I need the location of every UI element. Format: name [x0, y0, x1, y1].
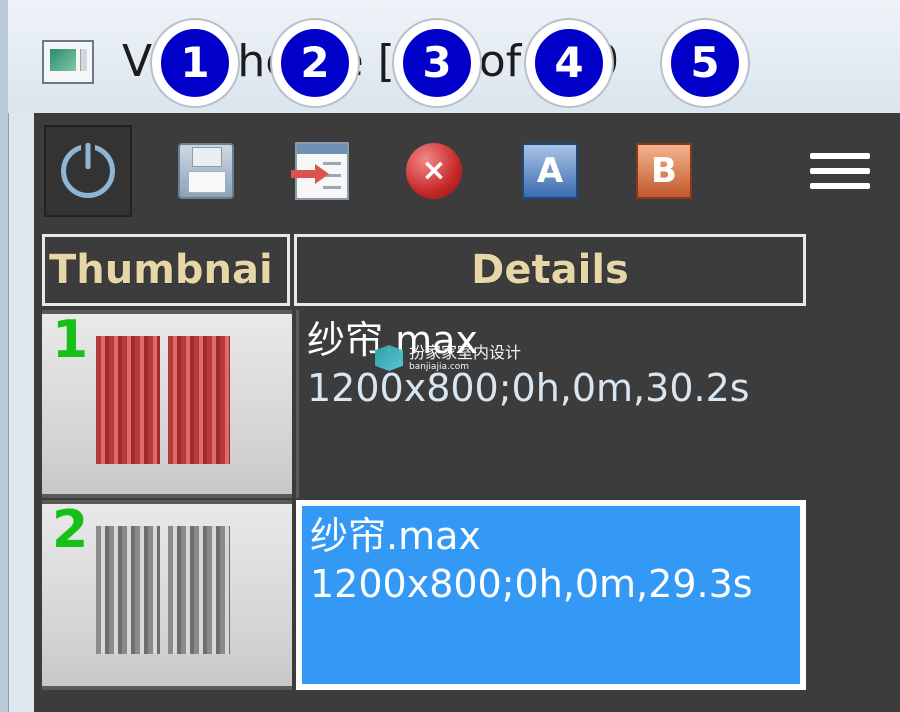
compare-a-icon: A [522, 143, 578, 199]
history-panel: × A B Thumbnai Details 1 纱帘.max 1200x800… [34, 113, 900, 712]
delete-button[interactable]: × [390, 125, 478, 217]
save-icon [178, 143, 234, 199]
watermark-url: banjiajia.com [409, 362, 470, 372]
delete-icon: × [406, 143, 462, 199]
callout-badge-5: 5 [662, 20, 748, 106]
table-row[interactable]: 1 纱帘.max 1200x800;0h,0m,30.2s [42, 310, 806, 498]
callout-badge-4: 4 [526, 20, 612, 106]
details-cell: 纱帘.max 1200x800;0h,0m,30.2s [296, 310, 806, 498]
thumbnail-cell: 2 [42, 500, 292, 690]
details-cell-selected: 纱帘.max 1200x800;0h,0m,29.3s [296, 500, 806, 690]
curtain-thumbnail [96, 336, 160, 464]
compare-b-icon: B [636, 143, 692, 199]
load-icon [291, 142, 349, 200]
compare-b-button[interactable]: B [620, 125, 708, 217]
hamburger-menu-icon[interactable] [810, 153, 870, 197]
curtain-thumbnail [168, 336, 230, 464]
callout-badge-1: 1 [152, 20, 238, 106]
render-info: 1200x800;0h,0m,29.3s [310, 562, 753, 606]
table-row[interactable]: 2 纱帘.max 1200x800;0h,0m,29.3s [42, 500, 806, 690]
compare-a-button[interactable]: A [506, 125, 594, 217]
column-header-details[interactable]: Details [294, 234, 806, 306]
power-button[interactable] [44, 125, 132, 217]
watermark: 扮家家室内设计 banjiajia.com [375, 344, 521, 372]
save-button[interactable] [162, 125, 250, 217]
column-header-thumbnail[interactable]: Thumbnai [42, 234, 290, 306]
row-number: 1 [52, 310, 89, 370]
curtain-thumbnail [96, 526, 160, 654]
watermark-text: 扮家家室内设计 [409, 343, 522, 362]
curtain-thumbnail [168, 526, 230, 654]
load-button[interactable] [278, 125, 366, 217]
callout-badge-3: 3 [394, 20, 480, 106]
row-number: 2 [52, 500, 89, 560]
toolbar: × A B [34, 113, 900, 231]
watermark-logo-icon [375, 345, 403, 371]
file-name: 纱帘.max [310, 514, 481, 558]
power-icon [61, 144, 115, 198]
app-icon [42, 40, 94, 84]
thumbnail-cell: 1 [42, 310, 292, 498]
callout-badge-2: 2 [272, 20, 358, 106]
